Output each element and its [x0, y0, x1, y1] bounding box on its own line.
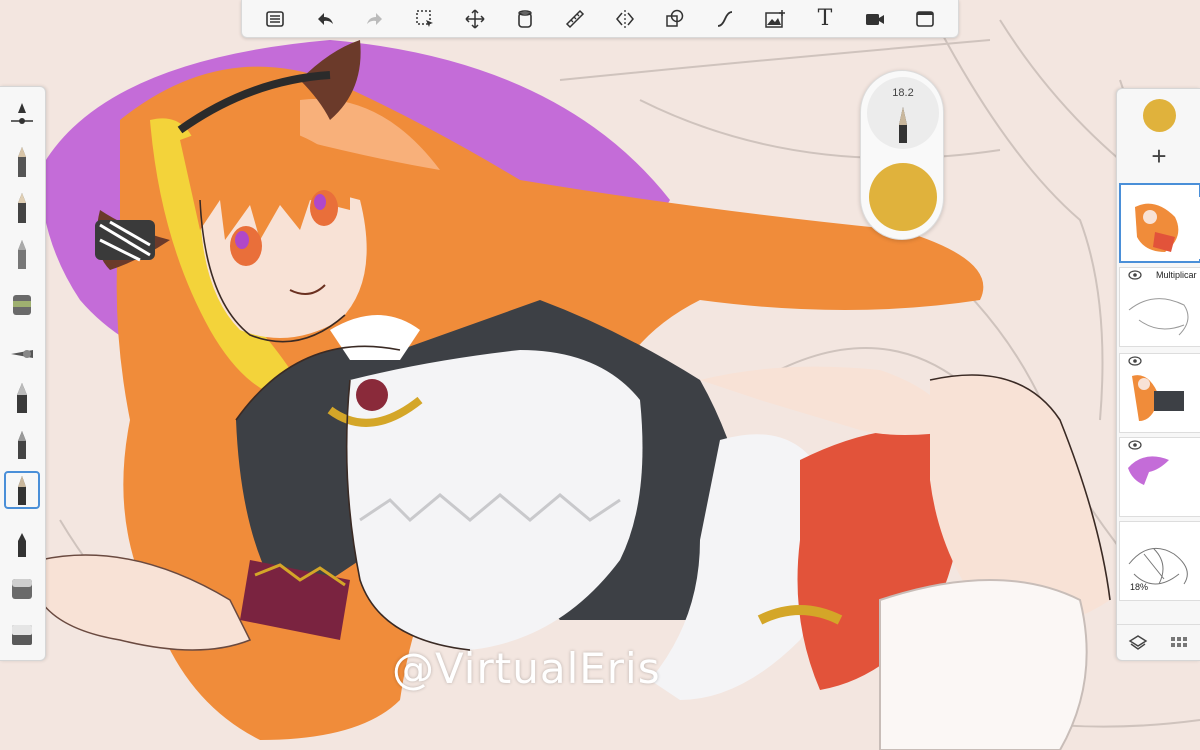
selected-pen-icon — [18, 476, 26, 505]
redo-button[interactable] — [360, 4, 390, 34]
layers-icon[interactable] — [1128, 633, 1148, 653]
layer-4[interactable] — [1119, 437, 1200, 517]
brush-selected-pen[interactable] — [4, 471, 40, 509]
transform-button[interactable] — [460, 4, 490, 34]
image-import-button[interactable] — [760, 4, 790, 34]
brush-marker[interactable] — [4, 235, 40, 273]
curve-icon — [717, 10, 733, 27]
pen-nib-icon — [899, 107, 907, 143]
menu-icon — [266, 10, 284, 27]
video-icon — [866, 13, 884, 25]
selection-icon — [416, 9, 433, 27]
video-button[interactable] — [860, 4, 890, 34]
brush-hard-eraser[interactable] — [4, 615, 40, 653]
layer-1[interactable] — [1119, 183, 1200, 263]
brush-airbrush-tube[interactable] — [4, 285, 40, 323]
symmetry-icon — [616, 9, 634, 28]
brush-soft-eraser[interactable] — [4, 569, 40, 607]
fill-bucket-icon — [518, 9, 532, 28]
text-tool-button[interactable]: T — [810, 4, 840, 34]
image-import-icon — [765, 9, 785, 28]
hard-eraser-icon — [12, 625, 32, 645]
brush-felt-tip[interactable] — [4, 523, 40, 561]
brush-hard-pencil[interactable] — [4, 189, 40, 227]
layer-panel-footer — [1117, 624, 1200, 660]
ink-pen-icon — [17, 383, 27, 413]
menu-button[interactable] — [260, 4, 290, 34]
fullscreen-button[interactable] — [910, 4, 940, 34]
fill-button[interactable] — [510, 4, 540, 34]
eye-icon[interactable] — [1128, 440, 1142, 450]
brush-size-value: 18.2 — [892, 87, 914, 99]
felt-tip-icon — [18, 533, 26, 557]
symmetry-button[interactable] — [610, 4, 640, 34]
shapes-icon — [666, 9, 684, 27]
color-picker-button[interactable] — [1143, 99, 1176, 132]
fullscreen-icon — [916, 10, 934, 27]
brush-airbrush[interactable] — [4, 335, 40, 373]
layer-panel: + Multiplicar 18% — [1116, 88, 1200, 661]
layer-opacity: 18% — [1130, 582, 1149, 592]
top-toolbar: T — [241, 0, 959, 38]
transform-icon — [465, 8, 485, 29]
watermark-text: @VirtualEris — [392, 644, 661, 693]
brush-fineliner[interactable] — [4, 425, 40, 463]
add-layer-button[interactable]: + — [1147, 143, 1171, 169]
text-tool-label: T — [817, 6, 833, 31]
ruler-icon — [565, 9, 585, 28]
airbrush-icon — [11, 350, 33, 358]
brush-settings-button[interactable] — [4, 95, 40, 133]
eye-icon[interactable] — [1128, 356, 1142, 366]
layer-thumbnail — [1128, 298, 1189, 336]
curve-button[interactable] — [710, 4, 740, 34]
paint-tube-icon — [13, 295, 31, 315]
grid-icon[interactable] — [1169, 633, 1189, 653]
marker-icon — [18, 240, 26, 269]
layer-thumbnail — [1125, 197, 1200, 259]
stocking-shape — [879, 579, 1088, 750]
redo-icon — [367, 12, 382, 25]
selection-button[interactable] — [410, 4, 440, 34]
layer-2[interactable]: Multiplicar — [1119, 267, 1200, 347]
brush-palette — [0, 86, 46, 661]
brush-opacity-color[interactable] — [869, 163, 937, 231]
brush-settings-icon — [11, 103, 33, 124]
layer-5[interactable]: 18% — [1119, 521, 1200, 601]
brush-size-control[interactable]: 18.2 — [867, 77, 939, 149]
drawing-canvas[interactable] — [0, 0, 1200, 750]
undo-icon — [318, 12, 333, 25]
ruler-button[interactable] — [560, 4, 590, 34]
shapes-button[interactable] — [660, 4, 690, 34]
undo-button[interactable] — [310, 4, 340, 34]
layer-3[interactable] — [1119, 353, 1200, 433]
hard-pencil-icon — [18, 193, 26, 223]
fineliner-icon — [18, 431, 26, 459]
layer-blend-mode: Multiplicar — [1156, 270, 1197, 280]
layer-thumbnail — [1128, 456, 1169, 485]
soft-eraser-icon — [12, 579, 32, 599]
pencil-icon — [18, 147, 26, 177]
brush-ink-pen[interactable] — [4, 379, 40, 417]
eye-icon[interactable] — [1128, 270, 1142, 280]
brush-pencil[interactable] — [4, 143, 40, 181]
brush-puck[interactable]: 18.2 — [860, 70, 944, 240]
layer-thumbnail — [1132, 375, 1184, 421]
